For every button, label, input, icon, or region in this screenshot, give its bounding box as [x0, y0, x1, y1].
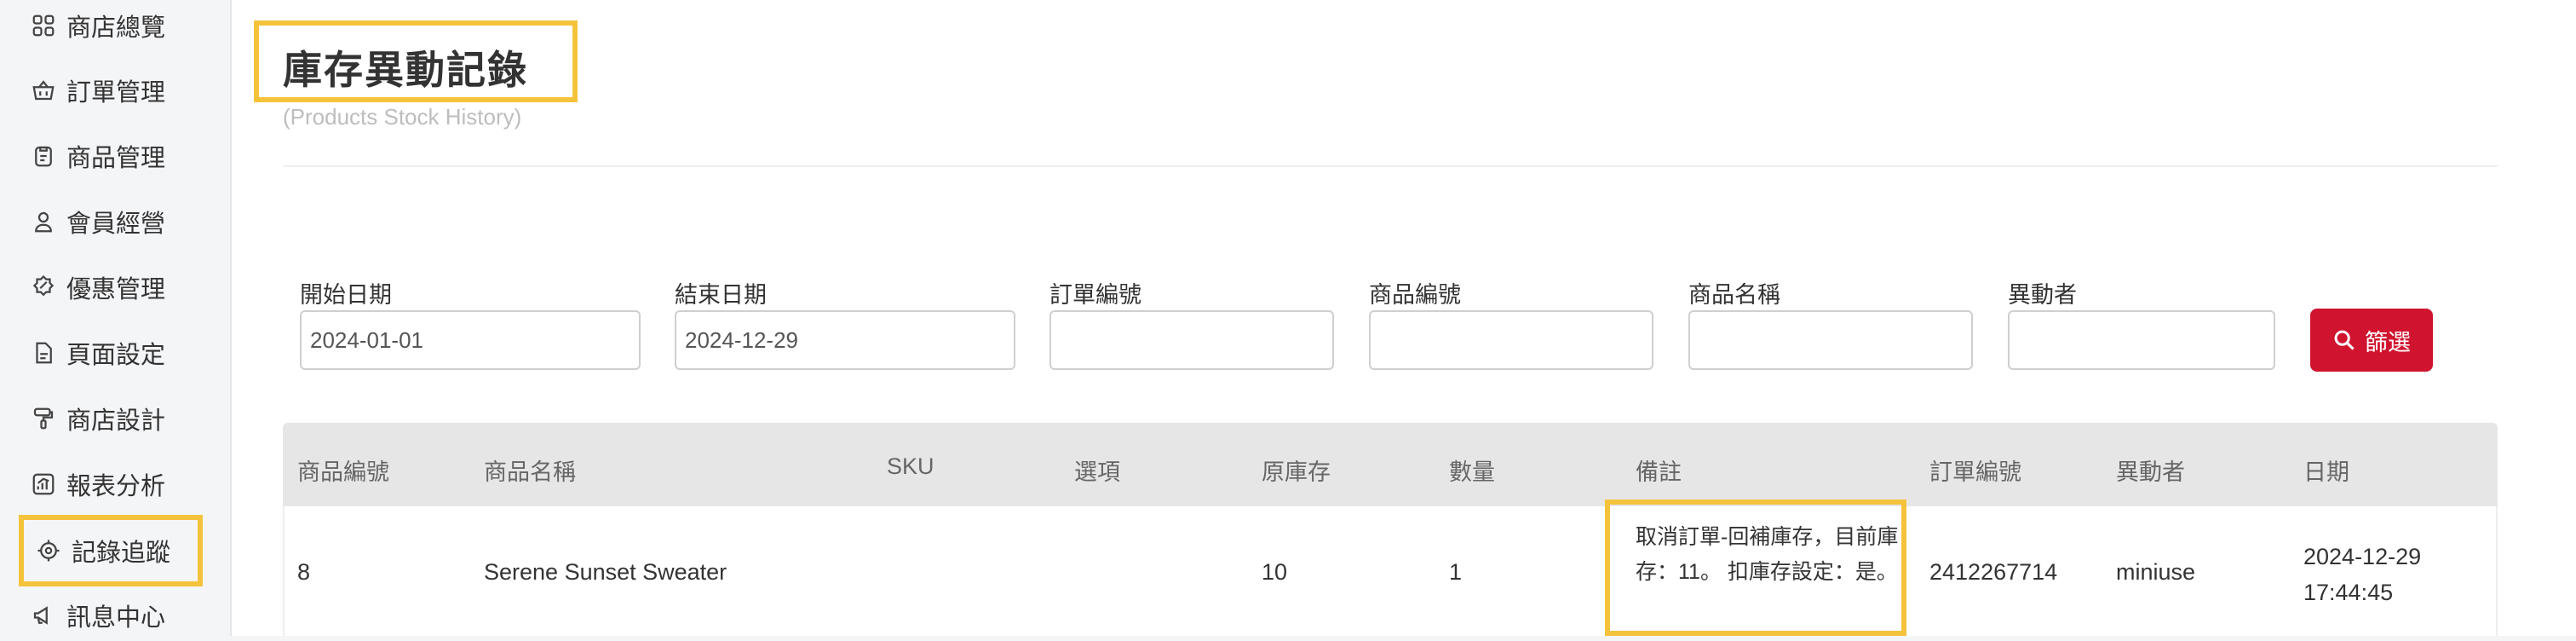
sidebar-item-label: 記錄追蹤	[72, 540, 171, 567]
product-no-input[interactable]	[1369, 310, 1653, 370]
operator-input[interactable]	[2008, 310, 2275, 370]
end-date-input[interactable]	[675, 310, 1015, 370]
sidebar-item-page-settings[interactable]: 頁面設定	[31, 327, 165, 378]
column-header: 數量	[1449, 459, 1495, 485]
column-header: SKU	[887, 453, 934, 479]
page-icon	[36, 342, 52, 364]
sidebar-item-label: 訊息中心	[66, 604, 166, 632]
column-header: 商品編號	[297, 459, 389, 485]
page-title: 庫存異動記錄	[283, 48, 528, 92]
sidebar-item-label: 優惠管理	[66, 276, 166, 303]
page-subtitle: (Products Stock History)	[283, 104, 522, 130]
order-no-label: 訂單編號	[1049, 282, 1141, 308]
sidebar: 商店總覽 訂單管理 商品管理 會員經營 優惠管理 頁面設定 商店設計 報表分析 …	[0, 0, 203, 636]
sidebar-item-label: 會員經營	[66, 211, 166, 238]
sidebar-item-label: 商店總覽	[66, 14, 166, 42]
sidebar-item-store-design[interactable]: 商店設計	[31, 393, 165, 444]
product-name-input[interactable]	[1688, 310, 1973, 370]
chart-icon	[32, 473, 55, 495]
operator-label: 異動者	[2008, 282, 2077, 308]
cell-note: 取消訂單-回補庫存，目前庫存：11。 扣庫存設定：是。	[1636, 525, 1899, 584]
cell-date-day: 2024-12-29	[2303, 544, 2422, 569]
end-date-label: 結束日期	[675, 282, 767, 308]
start-date-label: 開始日期	[300, 282, 392, 308]
sidebar-item-promotions[interactable]: 優惠管理	[31, 262, 165, 313]
column-header: 備註	[1636, 459, 1682, 485]
order-no-input[interactable]	[1049, 310, 1334, 370]
paint-roller-icon	[33, 407, 54, 430]
basket-icon	[32, 80, 55, 101]
search-icon	[2334, 330, 2355, 350]
sidebar-item-label: 商店設計	[66, 407, 166, 435]
column-header: 選項	[1074, 459, 1120, 485]
discount-badge-icon	[32, 274, 55, 297]
sidebar-item-label: 訂單管理	[66, 79, 166, 107]
filter-button-label: 篩選	[2365, 329, 2411, 355]
cell-quantity: 1	[1449, 559, 1463, 585]
sidebar-item-label: 報表分析	[66, 473, 166, 500]
cell-date-time: 17:44:45	[2303, 580, 2394, 605]
sidebar-item-store-overview[interactable]: 商店總覽	[31, 0, 165, 51]
cell-order-no: 2412267714	[1929, 559, 2058, 585]
sidebar-item-tracking[interactable]: 記錄追蹤	[19, 515, 203, 586]
column-header: 原庫存	[1262, 459, 1331, 485]
grid-icon	[32, 14, 55, 37]
cell-original-stock: 10	[1262, 559, 1288, 585]
sidebar-item-products[interactable]: 商品管理	[31, 130, 165, 182]
column-header: 異動者	[2116, 459, 2185, 485]
column-header: 訂單編號	[1929, 459, 2021, 485]
sidebar-item-label: 頁面設定	[66, 342, 166, 369]
column-header: 商品名稱	[484, 459, 576, 485]
sidebar-item-reports[interactable]: 報表分析	[31, 459, 165, 510]
cell-product-name: Serene Sunset Sweater	[484, 559, 727, 585]
user-icon	[35, 211, 52, 233]
cell-product-no: 8	[297, 559, 311, 585]
sidebar-item-messages[interactable]: 訊息中心	[31, 590, 165, 641]
product-name-label: 商品名稱	[1688, 282, 1780, 308]
filter-button[interactable]: 篩選	[2310, 309, 2433, 372]
sidebar-item-label: 商品管理	[66, 145, 166, 172]
column-header: 日期	[2303, 459, 2349, 485]
sidebar-item-members[interactable]: 會員經營	[31, 196, 165, 247]
sidebar-item-orders[interactable]: 訂單管理	[31, 65, 165, 116]
header-divider	[283, 165, 2498, 167]
cell-date: 2024-12-29 17:44:45	[2303, 539, 2421, 610]
target-icon	[37, 540, 60, 562]
megaphone-icon	[33, 606, 48, 625]
product-no-label: 商品編號	[1369, 282, 1461, 308]
cell-operator: miniuse	[2116, 559, 2196, 585]
clipboard-icon	[35, 146, 52, 167]
start-date-input[interactable]	[300, 310, 641, 370]
